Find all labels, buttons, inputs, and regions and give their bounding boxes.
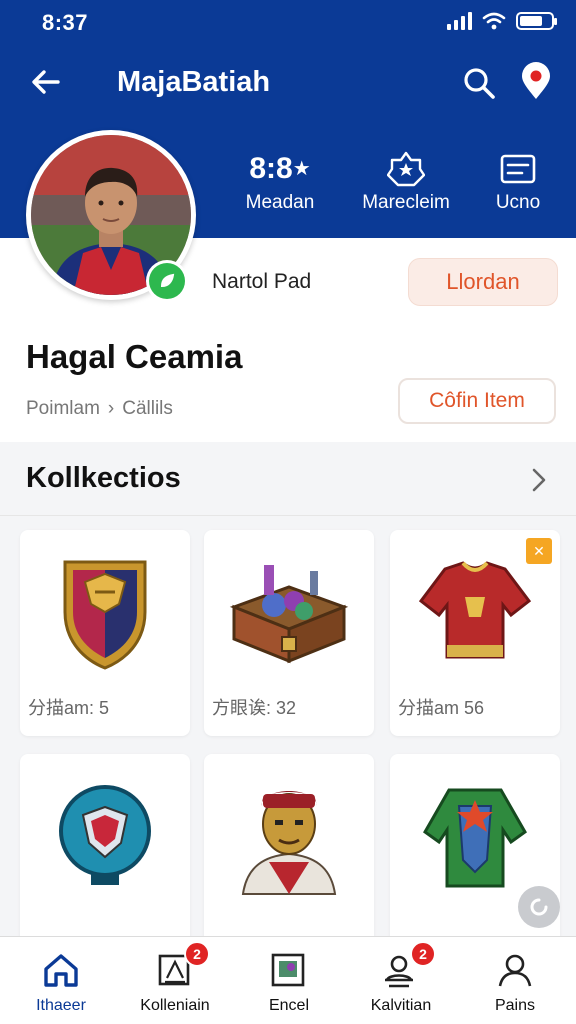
leaf-icon xyxy=(149,263,185,299)
red-jersey-icon xyxy=(390,542,560,682)
app-bar: MajaBatiah xyxy=(0,56,576,108)
stat-label: Ucno xyxy=(495,192,541,213)
nav-label: Kalvitian xyxy=(370,997,432,1014)
collection-item[interactable] xyxy=(204,754,374,944)
back-arrow-icon[interactable] xyxy=(28,64,64,100)
breadcrumb: Poimlam › Cällils xyxy=(26,398,173,420)
nav-item-profile[interactable]: Pains xyxy=(460,947,570,1015)
signal-icon xyxy=(447,12,472,30)
follow-button[interactable]: Llordan xyxy=(408,258,558,306)
edit-item-button[interactable]: Côfin Item xyxy=(398,378,556,424)
collection-item[interactable] xyxy=(20,754,190,944)
profile-name: Hagal Ceamia xyxy=(26,338,243,375)
home-icon xyxy=(6,947,116,993)
profile-icon xyxy=(460,947,570,993)
list-card-icon xyxy=(488,150,548,188)
nav-item-inbox[interactable]: 2 Kalvitian xyxy=(346,941,456,1015)
status-bar: 8:37 xyxy=(0,8,576,38)
section-title: Kollkectios xyxy=(26,462,181,494)
location-pin-icon[interactable] xyxy=(517,62,555,102)
breadcrumb-item[interactable]: Cällils xyxy=(122,398,173,419)
stat-label: Marecleim xyxy=(362,192,450,213)
item-count: 方眼诶: 32 xyxy=(212,698,297,718)
nav-label: Pains xyxy=(494,997,536,1014)
stat-value: 8:8★ xyxy=(249,152,311,185)
inbox-icon: 2 xyxy=(346,941,456,993)
nav-item-collection[interactable]: 2 Kolleniain xyxy=(120,941,230,1015)
wifi-icon xyxy=(482,12,506,30)
collection-icon: 2 xyxy=(120,941,230,993)
nav-label: Ithaeer xyxy=(36,997,86,1014)
item-count: 分描am 56 xyxy=(398,698,485,718)
search-icon[interactable] xyxy=(460,64,498,102)
collection-item[interactable]: 分描am: 5 xyxy=(20,530,190,736)
green-armor-icon xyxy=(390,766,560,906)
online-status-badge xyxy=(146,260,188,302)
refresh-icon xyxy=(530,898,548,916)
item-count: 分描am: 5 xyxy=(28,698,110,718)
notification-badge: 2 xyxy=(184,941,210,967)
collection-item[interactable]: 方眼诶: 32 xyxy=(204,530,374,736)
collection-grid: 分描am: 5 方眼诶: 32 ✕ 分描am 56 xyxy=(0,516,576,944)
status-time: 8:37 xyxy=(42,10,89,35)
battery-icon xyxy=(516,12,557,30)
treasure-chest-icon xyxy=(204,542,374,682)
stat-marecleim[interactable]: Marecleim xyxy=(356,150,456,214)
nav-item-gallery[interactable]: Encel xyxy=(234,947,344,1015)
breadcrumb-separator: › xyxy=(107,398,115,419)
stat-meadan[interactable]: 8:8★ Meadan xyxy=(236,150,324,214)
gallery-icon xyxy=(234,947,344,993)
breadcrumb-item[interactable]: Poimlam xyxy=(26,398,100,419)
chevron-right-icon xyxy=(532,468,546,492)
nav-label: Kolleniain xyxy=(140,997,210,1014)
status-icons xyxy=(447,12,557,30)
app-screen: 8:37 MajaBatiah 8:8★ Meadan Marecleim Uc… xyxy=(0,0,576,1024)
crest-shield-icon xyxy=(20,542,190,682)
notification-badge: 2 xyxy=(410,941,436,967)
warrior-bust-icon xyxy=(204,766,374,906)
collection-header[interactable]: Kollkectios xyxy=(0,442,576,516)
blue-emblem-icon xyxy=(20,766,190,906)
page-title: MajaBatiah xyxy=(117,66,271,98)
refresh-button[interactable] xyxy=(518,886,560,928)
nav-label: Encel xyxy=(268,997,310,1014)
bottom-nav: Ithaeer 2 Kolleniain Encel 2 Kalvitian P… xyxy=(0,936,576,1024)
home-indicator xyxy=(0,1018,576,1024)
collection-item[interactable]: ✕ 分描am 56 xyxy=(390,530,560,736)
nav-item-home[interactable]: Ithaeer xyxy=(6,947,116,1015)
stat-ucno[interactable]: Ucno xyxy=(488,150,548,214)
star-badge-icon xyxy=(356,150,456,188)
profile-handle: Nartol Pad xyxy=(212,270,312,293)
stat-label: Meadan xyxy=(245,192,315,213)
stats-row: 8:8★ Meadan Marecleim Ucno xyxy=(230,150,576,220)
